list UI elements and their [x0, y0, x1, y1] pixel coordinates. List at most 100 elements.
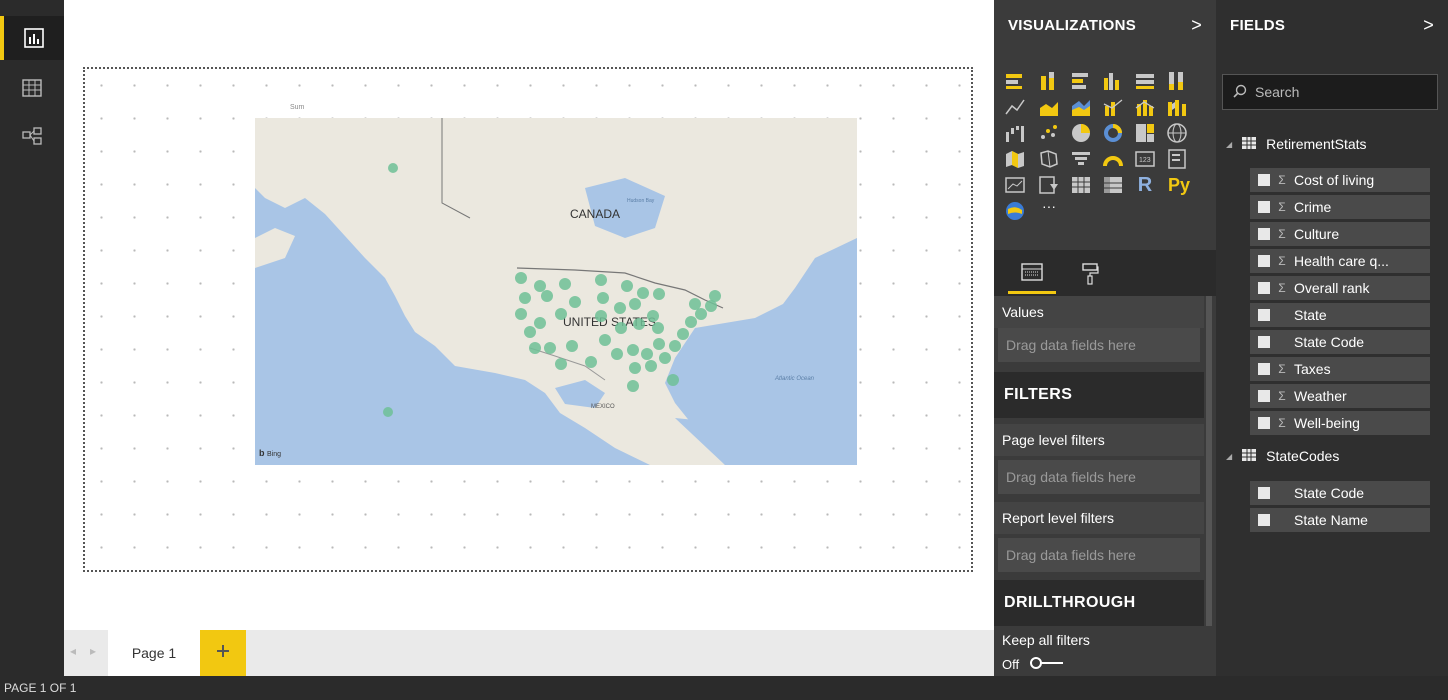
treemap-icon[interactable] — [1134, 122, 1156, 144]
values-drop-zone[interactable]: Drag data fields here — [998, 328, 1200, 362]
card-icon[interactable]: 123 — [1134, 148, 1156, 170]
waterfall-icon[interactable] — [1004, 122, 1026, 144]
arcgis-icon[interactable] — [1004, 200, 1026, 222]
format-tab[interactable] — [1066, 258, 1114, 294]
page-tab-page-1[interactable]: Page 1 — [108, 630, 200, 676]
field-checkbox[interactable] — [1258, 514, 1270, 526]
field-well-being[interactable]: Σ Well-being — [1250, 411, 1430, 435]
sigma-icon: Σ — [1278, 362, 1286, 376]
field-checkbox[interactable] — [1258, 390, 1270, 402]
field-statecodes-state-name[interactable]: State Name — [1250, 508, 1430, 532]
filled-map-icon[interactable] — [1004, 148, 1026, 170]
report-canvas: Sum CANADA UNITED STATES MEXICO Hudson B… — [64, 0, 994, 676]
slicer-icon[interactable] — [1038, 174, 1060, 196]
field-label: State — [1294, 307, 1327, 323]
report-level-filters-drop-zone[interactable]: Drag data fields here — [998, 538, 1200, 572]
field-state[interactable]: State — [1250, 303, 1430, 327]
visualizations-subtabs — [994, 250, 1216, 296]
field-statecodes-state-code[interactable]: State Code — [1250, 481, 1430, 505]
area-chart-icon[interactable] — [1038, 96, 1060, 118]
100-stacked-bar-icon[interactable] — [1134, 70, 1156, 92]
field-overall-rank[interactable]: Σ Overall rank — [1250, 276, 1430, 300]
map-label-atlantic-ocean: Atlantic Ocean — [774, 376, 815, 382]
collapse-visualizations-chevron-icon[interactable]: > — [1191, 15, 1202, 36]
collapse-fields-chevron-icon[interactable]: > — [1423, 15, 1434, 36]
previous-page-icon[interactable]: ◂ — [70, 644, 76, 658]
keep-all-filters-toggle[interactable]: Off — [994, 654, 1204, 674]
field-checkbox[interactable] — [1258, 309, 1270, 321]
field-checkbox[interactable] — [1258, 255, 1270, 267]
field-checkbox[interactable] — [1258, 282, 1270, 294]
donut-chart-icon[interactable] — [1102, 122, 1124, 144]
relationships-view-button[interactable] — [0, 114, 64, 158]
fields-tab[interactable] — [1008, 258, 1056, 294]
fields-search-input[interactable]: Search — [1222, 74, 1438, 110]
scatter-icon[interactable] — [1038, 122, 1060, 144]
clustered-bar-icon[interactable] — [1070, 70, 1092, 92]
r-visual-icon[interactable]: R — [1134, 174, 1156, 196]
pie-chart-icon[interactable] — [1070, 122, 1092, 144]
field-crime[interactable]: Σ Crime — [1250, 195, 1430, 219]
visualizations-scrollbar[interactable] — [1206, 296, 1212, 626]
line-chart-icon[interactable] — [1004, 96, 1026, 118]
100-stacked-column-icon[interactable] — [1166, 70, 1188, 92]
table-icon[interactable] — [1070, 174, 1092, 196]
view-navigation-rail — [0, 0, 64, 676]
add-page-button[interactable] — [200, 630, 246, 676]
table-node-statecodes[interactable]: ◢ StateCodes — [1226, 448, 1339, 464]
ribbon-chart-icon[interactable] — [1166, 96, 1188, 118]
map-graphic: CANADA UNITED STATES MEXICO Hudson Bay A… — [255, 118, 857, 465]
field-label: Cost of living — [1294, 172, 1375, 188]
line-stacked-column-icon[interactable] — [1134, 96, 1156, 118]
data-view-icon — [22, 79, 42, 97]
kpi-icon[interactable] — [1004, 174, 1026, 196]
relationships-view-icon — [22, 127, 42, 145]
matrix-icon[interactable] — [1102, 174, 1124, 196]
field-health-care[interactable]: Σ Health care q... — [1250, 249, 1430, 273]
sigma-icon: Σ — [1278, 281, 1286, 295]
stacked-area-icon[interactable] — [1070, 96, 1092, 118]
report-view-button[interactable] — [0, 16, 64, 60]
field-checkbox[interactable] — [1258, 336, 1270, 348]
funnel-icon[interactable] — [1070, 148, 1092, 170]
map-icon[interactable] — [1166, 122, 1188, 144]
next-page-icon[interactable]: ▸ — [90, 644, 96, 658]
field-checkbox[interactable] — [1258, 487, 1270, 499]
north-america-landmass — [255, 118, 857, 465]
field-weather[interactable]: Σ Weather — [1250, 384, 1430, 408]
multi-row-card-icon[interactable] — [1166, 148, 1188, 170]
fields-title: FIELDS — [1230, 16, 1286, 34]
field-taxes[interactable]: Σ Taxes — [1250, 357, 1430, 381]
bing-label: Bing — [267, 451, 281, 458]
field-culture[interactable]: Σ Culture — [1250, 222, 1430, 246]
sigma-icon: Σ — [1278, 173, 1286, 187]
more-visuals-icon[interactable]: ··· — [1034, 198, 1064, 220]
page-level-filters-drop-zone[interactable]: Drag data fields here — [998, 460, 1200, 494]
line-clustered-column-icon[interactable] — [1102, 96, 1124, 118]
clustered-column-icon[interactable] — [1102, 70, 1124, 92]
table-node-retirementstats[interactable]: ◢ RetirementStats — [1226, 136, 1367, 152]
map-visual[interactable]: CANADA UNITED STATES MEXICO Hudson Bay A… — [255, 118, 857, 465]
stacked-bar-icon[interactable] — [1004, 70, 1026, 92]
sigma-icon: Σ — [1278, 227, 1286, 241]
field-checkbox[interactable] — [1258, 228, 1270, 240]
format-paint-roller-icon — [1081, 262, 1099, 290]
field-cost-of-living[interactable]: Σ Cost of living — [1250, 168, 1430, 192]
stacked-column-icon[interactable] — [1038, 70, 1060, 92]
page-level-filters-well: Page level filters Drag data fields here — [994, 424, 1204, 494]
gauge-icon[interactable] — [1102, 148, 1124, 170]
field-label: State Code — [1294, 334, 1365, 350]
field-checkbox[interactable] — [1258, 417, 1270, 429]
field-checkbox[interactable] — [1258, 201, 1270, 213]
data-view-button[interactable] — [0, 66, 64, 110]
field-state-code[interactable]: State Code — [1250, 330, 1430, 354]
toggle-state-label: Off — [1002, 656, 1020, 672]
report-level-filters-well: Report level filters Drag data fields he… — [994, 502, 1204, 572]
sigma-icon: Σ — [1278, 389, 1286, 403]
python-visual-icon[interactable]: Py — [1164, 174, 1194, 196]
search-icon — [1233, 84, 1247, 101]
keep-all-filters-label: Keep all filters — [994, 626, 1204, 654]
field-checkbox[interactable] — [1258, 363, 1270, 375]
shape-map-icon[interactable] — [1038, 148, 1060, 170]
field-checkbox[interactable] — [1258, 174, 1270, 186]
